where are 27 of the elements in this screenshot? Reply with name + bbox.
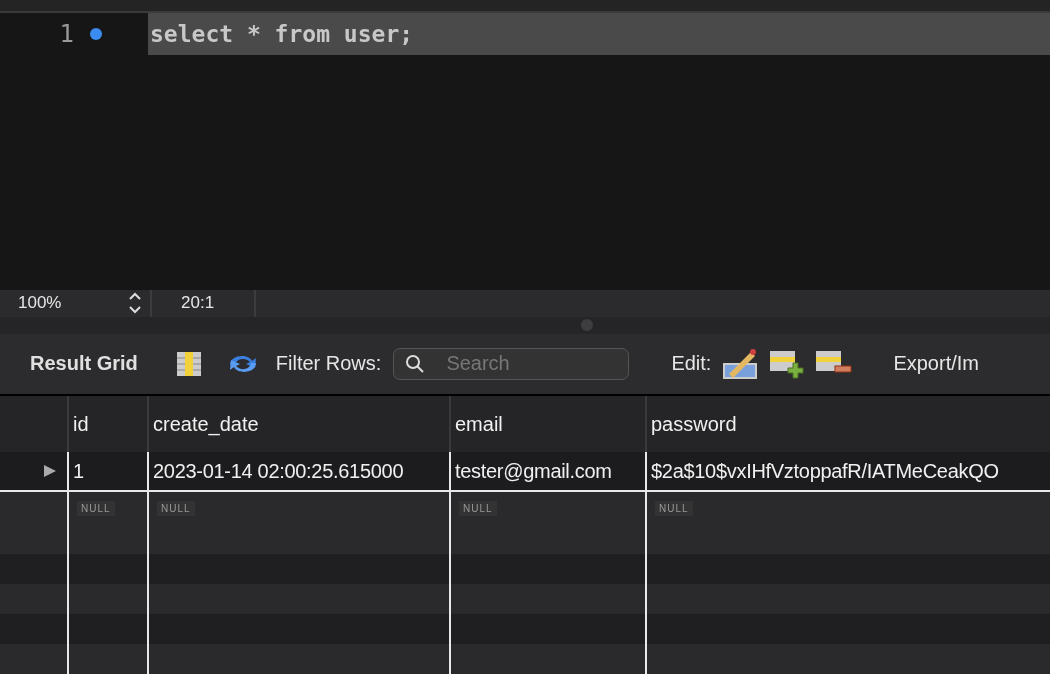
search-icon <box>405 353 426 374</box>
export-import-label[interactable]: Export/Im <box>893 352 979 376</box>
sql-editor[interactable]: 1 select * from user; <box>0 13 1050 290</box>
stepper-icon[interactable] <box>128 291 142 316</box>
add-row-icon[interactable] <box>769 348 806 379</box>
table-cell: tester@gmail.com <box>449 452 645 490</box>
row-pointer-icon <box>43 464 57 478</box>
table-row[interactable]: NULL NULL NULL NULL <box>0 492 1050 524</box>
table-cell: $2a$10$vxIHfVztoppafR/IATMeCeakQO <box>645 452 1045 490</box>
table-row[interactable]: 1 2023-01-14 02:00:25.615000 tester@gmail.com $2a$10$vxIHfVztoppafR/IATMeCeakQO <box>0 452 1050 492</box>
edit-pencil-icon[interactable] <box>723 347 760 380</box>
zoom-level: 100% <box>18 293 62 314</box>
result-grid-title: Result Grid <box>30 352 138 376</box>
null-tag: NULL <box>459 500 497 516</box>
search-field[interactable]: Search <box>393 347 630 380</box>
table-cell: 1 <box>67 452 147 490</box>
cursor-position: 20:1 <box>181 293 215 314</box>
null-tag: NULL <box>157 500 195 516</box>
edit-label: Edit: <box>671 352 712 376</box>
columns-icon[interactable] <box>175 350 202 377</box>
table-cell: 2023-01-14 02:00:25.615000 <box>147 452 449 490</box>
null-tag: NULL <box>77 500 115 516</box>
null-tag: NULL <box>655 500 693 516</box>
line-number: 1 <box>58 20 74 48</box>
splitter-handle[interactable] <box>581 319 593 332</box>
statement-marker-icon <box>90 28 102 40</box>
filter-rows-label: Filter Rows: <box>275 352 382 376</box>
